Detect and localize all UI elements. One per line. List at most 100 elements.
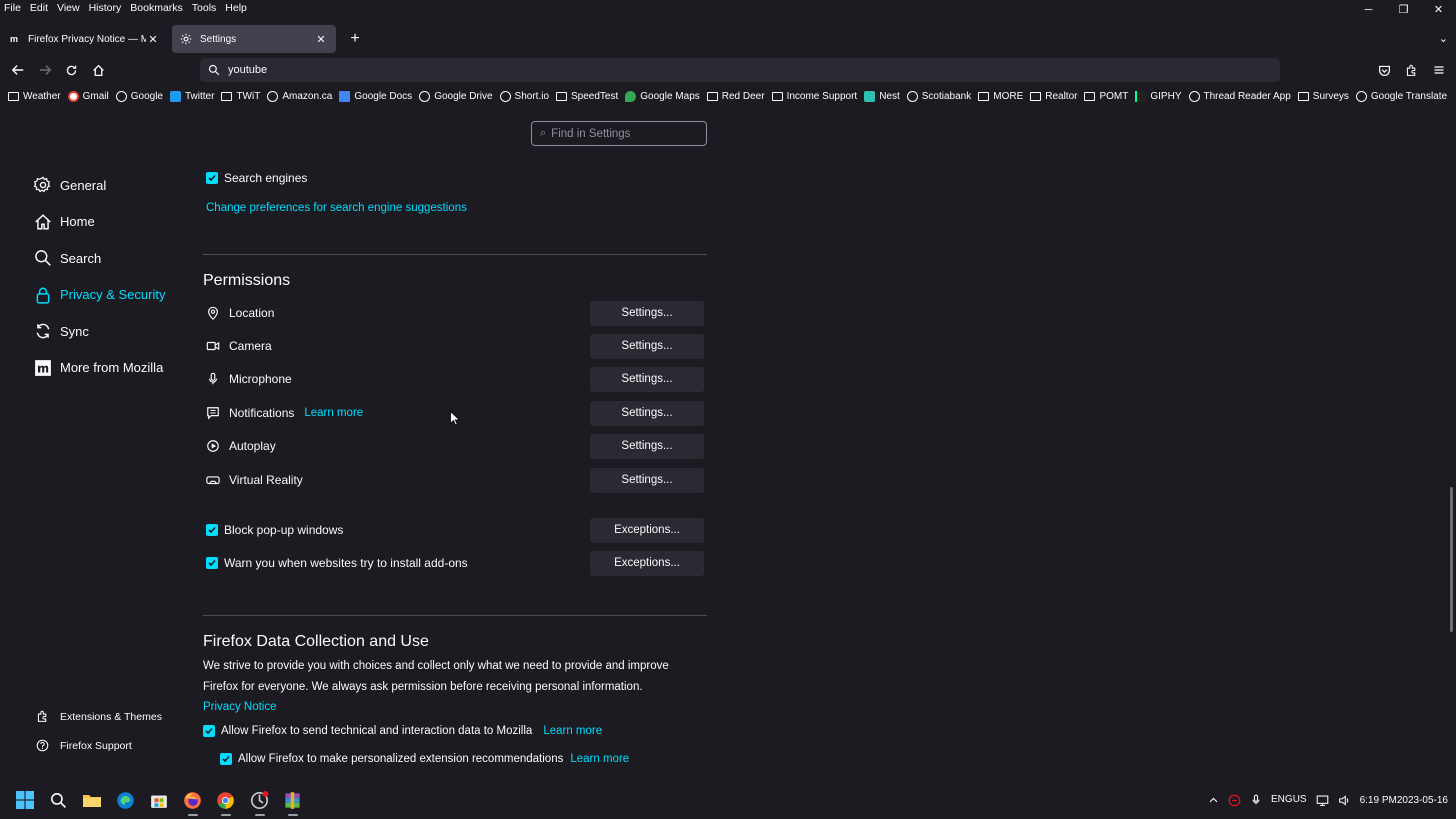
menu-help[interactable]: Help (225, 2, 247, 14)
menu-tools[interactable]: Tools (192, 2, 217, 14)
extensions-icon[interactable] (1398, 58, 1425, 82)
location-settings-button[interactable]: Settings... (590, 300, 704, 326)
find-in-settings-input[interactable]: ⌕ Find in Settings (531, 121, 707, 146)
technical-data-learn-more-link[interactable]: Learn more (543, 725, 602, 737)
popups-exceptions-button[interactable]: Exceptions... (590, 517, 704, 543)
menu-edit[interactable]: Edit (30, 2, 48, 14)
microsoft-store-button[interactable] (142, 781, 176, 819)
bookmark-item[interactable]: Red Deer (706, 91, 765, 102)
file-explorer-button[interactable] (75, 781, 109, 819)
security-tray-icon[interactable] (1228, 794, 1241, 807)
bookmark-label: Google Translate (1370, 90, 1448, 102)
bookmark-item[interactable]: Scotiabank (906, 90, 971, 102)
bookmark-item[interactable]: SpeedTest (556, 91, 618, 102)
restore-button[interactable]: ❐ (1386, 0, 1421, 20)
bookmark-item[interactable]: Nest (864, 90, 900, 102)
bookmark-item[interactable]: Amazon.ca (267, 90, 332, 102)
menu-file[interactable]: File (4, 2, 21, 14)
block-popups-row: Block pop-up windows Exceptions... (203, 517, 707, 543)
bookmark-item[interactable]: Surveys (1297, 91, 1349, 102)
sidebar-item-home[interactable]: Home (33, 204, 165, 241)
recommendations-learn-more-link[interactable]: Learn more (570, 753, 629, 765)
bookmark-item[interactable]: Realtor (1030, 91, 1077, 102)
tab-settings[interactable]: Settings ✕ (172, 25, 336, 53)
bookmark-item[interactable]: GIPHY (1135, 90, 1182, 102)
home-button[interactable] (85, 57, 112, 83)
taskbar-search-button[interactable] (42, 781, 76, 819)
sidebar-item-extensions-themes[interactable]: Extensions & Themes (35, 702, 162, 731)
pocket-icon[interactable] (1371, 58, 1398, 82)
bookmark-item[interactable]: MORE (978, 91, 1023, 102)
bookmark-label: Google Drive (434, 90, 493, 102)
volume-icon[interactable] (1338, 794, 1351, 807)
new-tab-button[interactable]: + (342, 30, 368, 48)
reload-icon (66, 65, 77, 75)
close-window-button[interactable]: ✕ (1421, 0, 1456, 20)
minimize-button[interactable]: ─ (1351, 0, 1386, 20)
sidebar-item-general[interactable]: General (33, 167, 165, 204)
hamburger-menu-icon[interactable] (1425, 58, 1452, 82)
show-hidden-icons-icon[interactable] (1208, 795, 1219, 806)
url-bar[interactable]: youtube (200, 58, 1280, 82)
bookmark-label: SpeedTest (571, 90, 619, 102)
bookmark-item[interactable]: Google Docs (339, 90, 413, 102)
menu-view[interactable]: View (57, 2, 80, 14)
privacy-notice-link[interactable]: Privacy Notice (203, 701, 277, 713)
bookmark-item[interactable]: Thread Reader App (1188, 90, 1291, 102)
sidebar-item-sync[interactable]: Sync (33, 313, 165, 350)
bookmark-item[interactable]: TWiT (221, 91, 260, 102)
addons-exceptions-button[interactable]: Exceptions... (590, 550, 704, 576)
page-scrollbar[interactable] (1450, 487, 1453, 632)
microphone-tray-icon[interactable] (1250, 794, 1262, 806)
block-popups-checkbox[interactable] (206, 524, 218, 536)
menu-bookmarks[interactable]: Bookmarks (130, 2, 183, 14)
close-tab-icon[interactable]: ✕ (146, 33, 160, 46)
vr-settings-button[interactable]: Settings... (590, 467, 704, 493)
sidebar-item-privacy-security[interactable]: Privacy & Security (33, 277, 165, 314)
taskbar-clock[interactable]: 6:19 PM 2023-05-16 (1360, 795, 1448, 806)
search-engines-checkbox[interactable] (206, 172, 218, 184)
notifications-learn-more-link[interactable]: Learn more (304, 407, 363, 419)
bookmark-item[interactable]: POMT (1084, 91, 1128, 102)
bookmark-item[interactable]: Income Support (771, 91, 857, 102)
app-taskbar-button[interactable] (243, 781, 277, 819)
back-button[interactable] (4, 57, 31, 83)
chrome-taskbar-button[interactable] (209, 781, 243, 819)
edge-button[interactable] (109, 781, 143, 819)
sidebar-item-firefox-support[interactable]: Firefox Support (35, 731, 162, 760)
bookmark-label: Google Docs (354, 90, 413, 102)
bookmark-item[interactable]: Google (115, 90, 163, 102)
sidebar-item-search[interactable]: Search (33, 240, 165, 277)
bookmark-item[interactable]: Google Drive (419, 90, 493, 102)
tab-privacy-notice[interactable]: m Firefox Privacy Notice — Mozill ✕ (0, 25, 168, 53)
start-button[interactable] (8, 781, 42, 819)
menu-history[interactable]: History (89, 2, 122, 14)
search-engines-option[interactable]: Search engines (206, 171, 307, 185)
allow-recommendations-checkbox[interactable] (220, 753, 232, 765)
winrar-taskbar-button[interactable] (276, 781, 310, 819)
permission-label: Virtual Reality (229, 473, 303, 487)
autoplay-settings-button[interactable]: Settings... (590, 433, 704, 459)
close-tab-icon[interactable]: ✕ (314, 33, 328, 46)
network-icon[interactable] (1316, 794, 1329, 807)
bookmark-item[interactable]: Short.io (499, 90, 549, 102)
allow-technical-data-checkbox[interactable] (203, 725, 215, 737)
microphone-settings-button[interactable]: Settings... (590, 366, 704, 392)
warn-addons-checkbox[interactable] (206, 557, 218, 569)
camera-settings-button[interactable]: Settings... (590, 333, 704, 359)
change-search-prefs-link[interactable]: Change preferences for search engine sug… (206, 202, 467, 214)
bookmark-item[interactable]: Gmail (67, 90, 109, 102)
folder-icon (221, 91, 233, 101)
language-indicator[interactable]: ENG US (1271, 795, 1307, 805)
reload-button[interactable] (58, 57, 85, 83)
notifications-settings-button[interactable]: Settings... (590, 400, 704, 426)
bookmark-item[interactable]: Weather (8, 91, 61, 102)
sync-icon (33, 321, 53, 341)
bookmark-item[interactable]: Google Maps (625, 90, 700, 102)
forward-button[interactable] (31, 57, 58, 83)
firefox-taskbar-button[interactable] (176, 781, 210, 819)
bookmark-item[interactable]: Twitter (170, 90, 214, 102)
list-all-tabs-icon[interactable]: ⌄ (1439, 32, 1448, 45)
sidebar-item-more-from-mozilla[interactable]: More from Mozilla (33, 350, 165, 387)
bookmark-item[interactable]: Google Translate (1355, 90, 1448, 102)
